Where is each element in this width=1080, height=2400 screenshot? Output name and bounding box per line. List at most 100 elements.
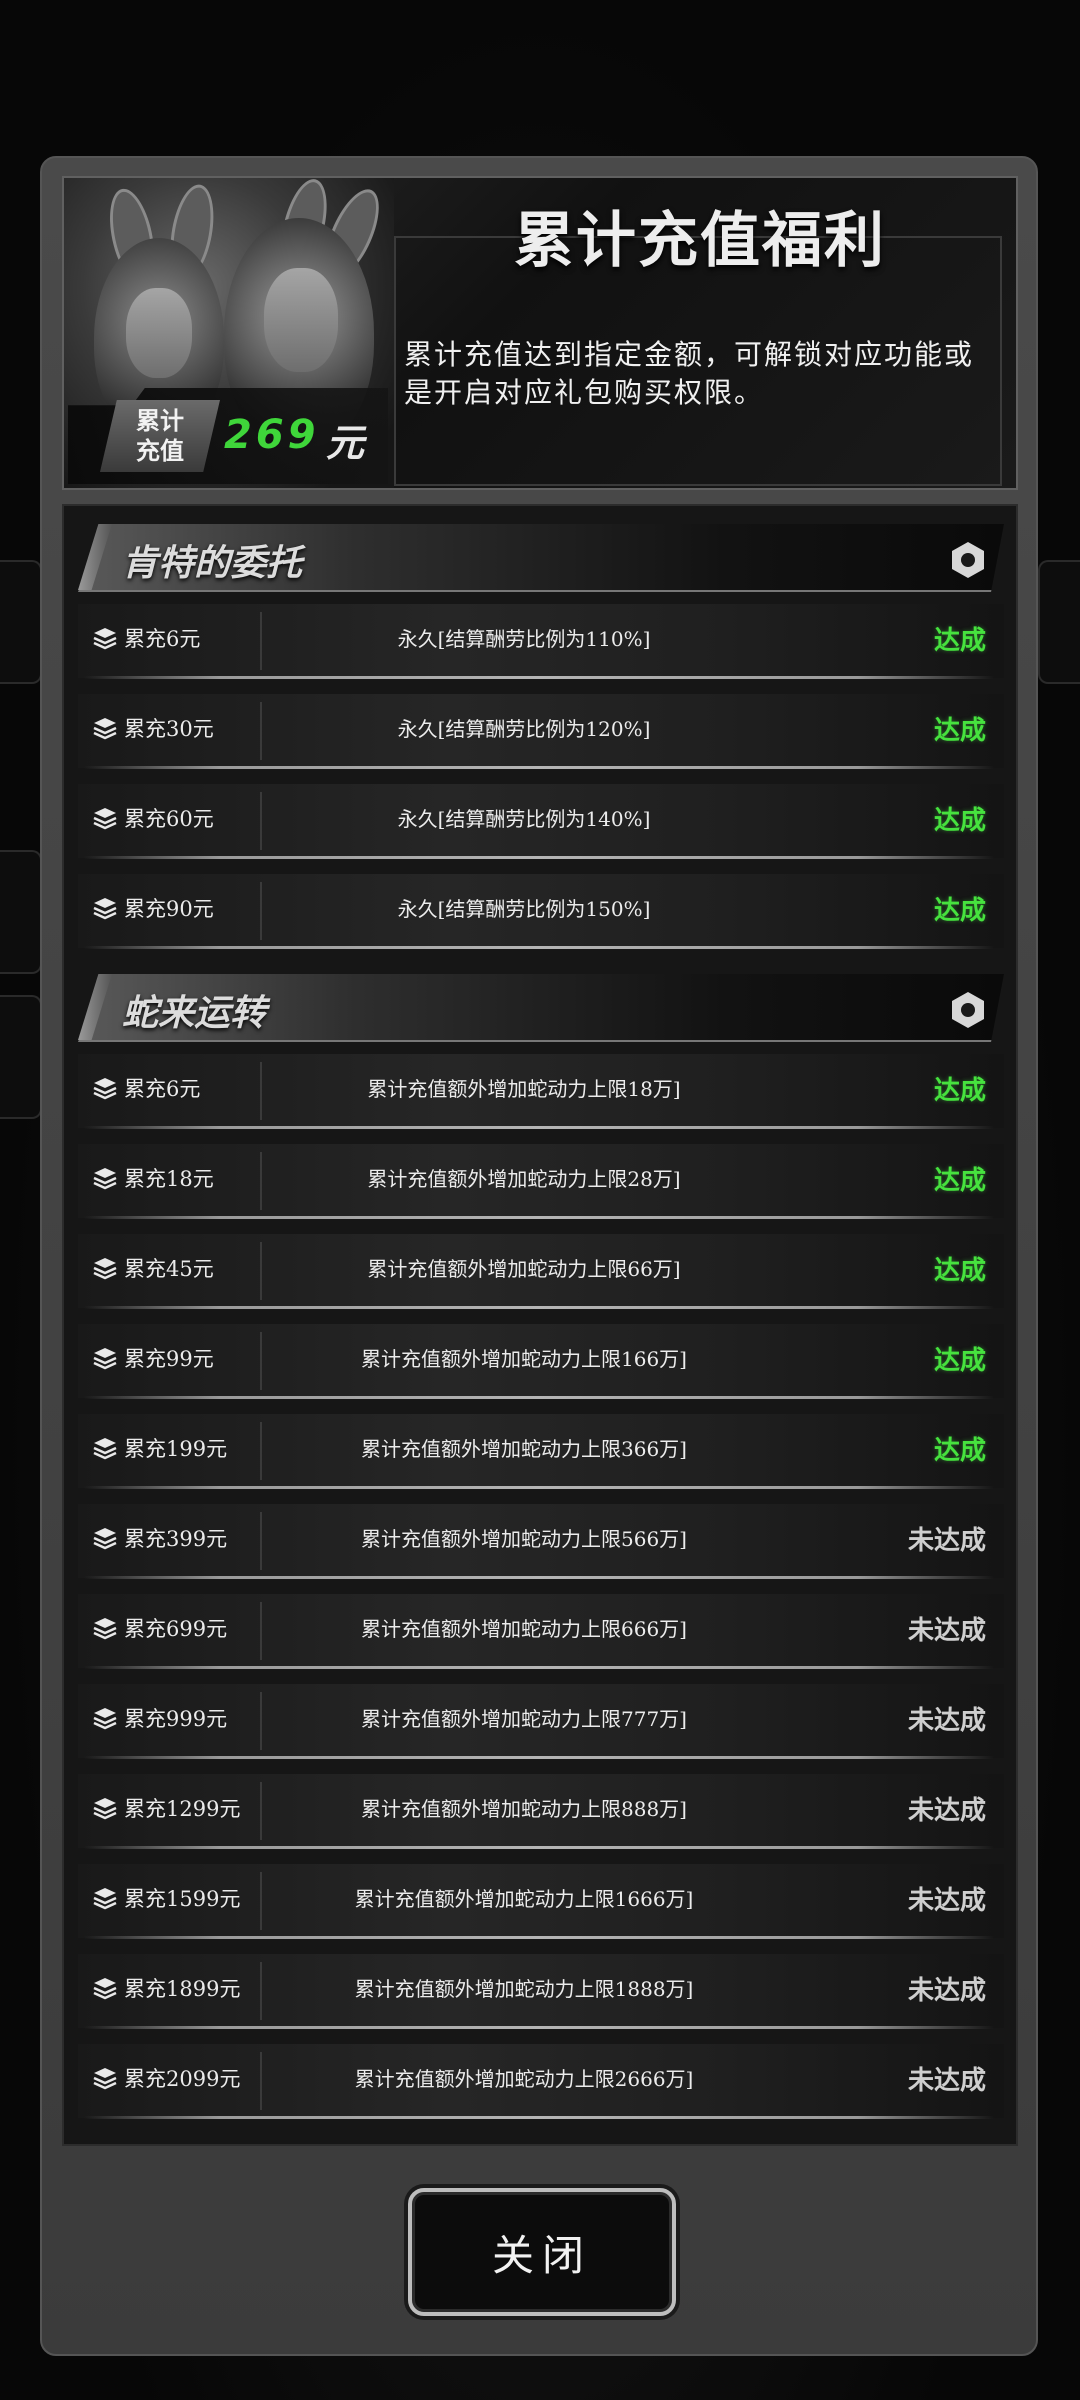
benefits-list[interactable]: 肯特的委托 累充6元 永久[结算酬劳比例为110%] 达成 累充30元 永久[结算酬劳比例… [62, 504, 1018, 2146]
benefit-description: 累计充值额外增加蛇动力上限888万] [361, 1797, 687, 1821]
benefit-description: 累计充值额外增加蛇动力上限566万] [361, 1527, 687, 1551]
layers-icon [92, 716, 118, 742]
status-badge: 未达成 [907, 1796, 986, 1826]
benefit-row: 累充99元 累计充值额外增加蛇动力上限166万] 达成 [64, 1316, 1016, 1406]
benefit-description: 累计充值额外增加蛇动力上限166万] [361, 1347, 687, 1371]
status-badge: 达成 [933, 1436, 986, 1466]
layers-icon [92, 2066, 118, 2092]
row-divider [260, 792, 262, 850]
benefit-row: 累充2099元 累计充值额外增加蛇动力上限2666万] 未达成 [64, 2036, 1016, 2126]
benefit-row: 累充199元 累计充值额外增加蛇动力上限366万] 达成 [64, 1406, 1016, 1496]
benefit-row: 累充30元 永久[结算酬劳比例为120%] 达成 [64, 686, 1016, 776]
row-divider [260, 2052, 262, 2110]
total-recharge-value: 269 [224, 412, 320, 458]
benefit-description: 永久[结算酬劳比例为120%] [397, 717, 651, 741]
row-separator [84, 2026, 994, 2029]
status-badge: 达成 [933, 1076, 986, 1106]
recharge-threshold: 累充6元 [124, 627, 201, 651]
recharge-threshold: 累充60元 [124, 807, 214, 831]
total-recharge-unit: 元 [326, 421, 365, 465]
background-tab [0, 995, 42, 1119]
recharge-threshold: 累充699元 [124, 1617, 228, 1641]
status-badge: 达成 [933, 716, 986, 746]
layers-icon [92, 1976, 118, 2002]
layers-icon [92, 1796, 118, 1822]
recharge-threshold: 累充999元 [124, 1707, 228, 1731]
recharge-threshold: 累充6元 [124, 1077, 201, 1101]
benefit-description: 永久[结算酬劳比例为110%] [397, 627, 651, 651]
row-separator [84, 1666, 994, 1669]
row-divider [260, 1962, 262, 2020]
status-badge: 达成 [933, 896, 986, 926]
close-button[interactable]: 关闭 [408, 2188, 676, 2316]
status-badge: 达成 [933, 1346, 986, 1376]
dialog-description: 累计充值达到指定金额，可解锁对应功能或是开启对应礼包购买权限。 [404, 338, 975, 409]
status-badge: 达成 [933, 626, 986, 656]
status-badge: 未达成 [907, 1526, 986, 1556]
row-separator [84, 1576, 994, 1579]
row-divider [260, 702, 262, 760]
row-divider [260, 1602, 262, 1660]
background-tab [0, 850, 42, 974]
row-separator [84, 856, 994, 859]
benefit-row: 累充399元 累计充值额外增加蛇动力上限566万] 未达成 [64, 1496, 1016, 1586]
status-badge: 未达成 [907, 2066, 986, 2096]
layers-icon [92, 1436, 118, 1462]
section-header: 蛇来运转 [64, 956, 1016, 1046]
benefit-row: 累充90元 永久[结算酬劳比例为150%] 达成 [64, 866, 1016, 956]
row-divider [260, 1512, 262, 1570]
layers-icon [92, 1256, 118, 1282]
row-divider [260, 1692, 262, 1750]
layers-icon [92, 1706, 118, 1732]
row-separator [84, 1306, 994, 1309]
benefit-row: 累充1299元 累计充值额外增加蛇动力上限888万] 未达成 [64, 1766, 1016, 1856]
row-separator [84, 1936, 994, 1939]
benefit-description: 累计充值额外增加蛇动力上限366万] [361, 1437, 687, 1461]
benefit-description: 永久[结算酬劳比例为140%] [397, 807, 651, 831]
row-divider [260, 612, 262, 670]
layers-icon [92, 1346, 118, 1372]
benefit-row: 累充45元 累计充值额外增加蛇动力上限66万] 达成 [64, 1226, 1016, 1316]
row-divider [260, 1152, 262, 1210]
benefit-description: 累计充值额外增加蛇动力上限666万] [361, 1617, 687, 1641]
row-divider [260, 1782, 262, 1840]
status-badge: 未达成 [907, 1706, 986, 1736]
layers-icon [92, 1526, 118, 1552]
section-title: 肯特的委托 [122, 543, 303, 584]
total-recharge-label: 累计 充值 [100, 400, 220, 472]
layers-icon [92, 1616, 118, 1642]
row-separator [84, 1756, 994, 1759]
recharge-threshold: 累充2099元 [124, 2067, 241, 2091]
layers-icon [92, 1076, 118, 1102]
benefit-description: 累计充值额外增加蛇动力上限777万] [361, 1707, 687, 1731]
recharge-threshold: 累充1899元 [124, 1977, 241, 2001]
benefit-row: 累充1599元 累计充值额外增加蛇动力上限1666万] 未达成 [64, 1856, 1016, 1946]
dialog-header: 累计 充值 269 元 累计充值福利 累计充值达到指定金额，可解锁对应功能或是开… [62, 176, 1018, 490]
benefit-description: 累计充值额外增加蛇动力上限2666万] [354, 2067, 694, 2091]
row-divider [260, 1422, 262, 1480]
background-tab [0, 560, 42, 684]
benefit-description: 永久[结算酬劳比例为150%] [397, 897, 651, 921]
recharge-threshold: 累充1599元 [124, 1887, 241, 1911]
layers-icon [92, 1886, 118, 1912]
benefit-row: 累充6元 累计充值额外增加蛇动力上限18万] 达成 [64, 1046, 1016, 1136]
recharge-threshold: 累充30元 [124, 717, 214, 741]
row-separator [84, 676, 994, 679]
status-badge: 未达成 [907, 1886, 986, 1916]
row-divider [260, 1872, 262, 1930]
row-separator [84, 1846, 994, 1849]
row-separator [84, 1396, 994, 1399]
recharge-threshold: 累充45元 [124, 1257, 214, 1281]
benefit-row: 累充1899元 累计充值额外增加蛇动力上限1888万] 未达成 [64, 1946, 1016, 2036]
layers-icon [92, 896, 118, 922]
status-badge: 达成 [933, 806, 986, 836]
benefit-description: 累计充值额外增加蛇动力上限28万] [367, 1167, 681, 1191]
recharge-threshold: 累充1299元 [124, 1797, 241, 1821]
benefit-row: 累充999元 累计充值额外增加蛇动力上限777万] 未达成 [64, 1676, 1016, 1766]
status-badge: 未达成 [907, 1976, 986, 2006]
benefit-row: 累充60元 永久[结算酬劳比例为140%] 达成 [64, 776, 1016, 866]
row-divider [260, 882, 262, 940]
row-divider [260, 1242, 262, 1300]
section-title: 蛇来运转 [122, 993, 267, 1034]
status-badge: 未达成 [907, 1616, 986, 1646]
